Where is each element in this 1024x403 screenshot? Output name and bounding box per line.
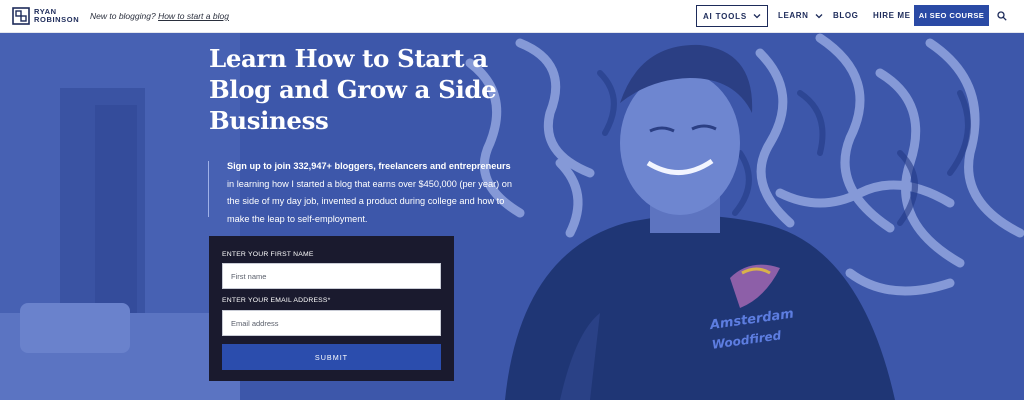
chevron-down-icon bbox=[753, 14, 761, 19]
search-icon[interactable] bbox=[997, 11, 1007, 21]
tagline-prefix: New to blogging? bbox=[90, 11, 156, 21]
chevron-down-icon bbox=[815, 13, 823, 18]
logo-icon bbox=[12, 7, 30, 25]
hero-intro: Sign up to join 332,947+ bloggers, freel… bbox=[227, 158, 517, 228]
logo-line-2: ROBINSON bbox=[34, 15, 80, 24]
intro-text: in learning how I started a blog that ea… bbox=[227, 178, 512, 224]
email-label: ENTER YOUR EMAIL ADDRESS* bbox=[222, 297, 331, 304]
intro-accent-bar bbox=[208, 161, 209, 217]
how-to-start-blog-link[interactable]: How to start a blog bbox=[158, 11, 229, 21]
ai-seo-course-button[interactable]: AI SEO COURSE bbox=[914, 5, 989, 26]
hero-title: Learn How to Start a Blog and Grow a Sid… bbox=[209, 44, 497, 135]
signup-form: ENTER YOUR FIRST NAME ENTER YOUR EMAIL A… bbox=[209, 236, 454, 381]
email-input[interactable] bbox=[222, 310, 441, 336]
logo-wordmark: RYAN ROBINSON bbox=[34, 8, 79, 24]
intro-bold: Sign up to join 332,947+ bloggers, freel… bbox=[227, 161, 511, 171]
ai-tools-label: AI TOOLS bbox=[702, 11, 748, 21]
nav-hire-me-link[interactable]: HIRE ME bbox=[873, 11, 911, 20]
logo[interactable]: RYAN ROBINSON bbox=[12, 6, 79, 26]
site-header: RYAN ROBINSON New to blogging? How to st… bbox=[0, 0, 1024, 33]
first-name-label: ENTER YOUR FIRST NAME bbox=[222, 251, 314, 258]
learn-label: LEARN bbox=[778, 11, 809, 20]
hero-section: Amsterdam Woodfired Learn How to Start a… bbox=[0, 33, 1024, 400]
first-name-input[interactable] bbox=[222, 263, 441, 289]
nav-blog-link[interactable]: BLOG bbox=[833, 11, 859, 20]
submit-button[interactable]: SUBMIT bbox=[222, 344, 441, 370]
learn-menu[interactable]: LEARN bbox=[778, 11, 823, 20]
ai-tools-menu[interactable]: AI TOOLS bbox=[696, 5, 768, 27]
header-tagline: New to blogging? How to start a blog bbox=[90, 11, 229, 21]
